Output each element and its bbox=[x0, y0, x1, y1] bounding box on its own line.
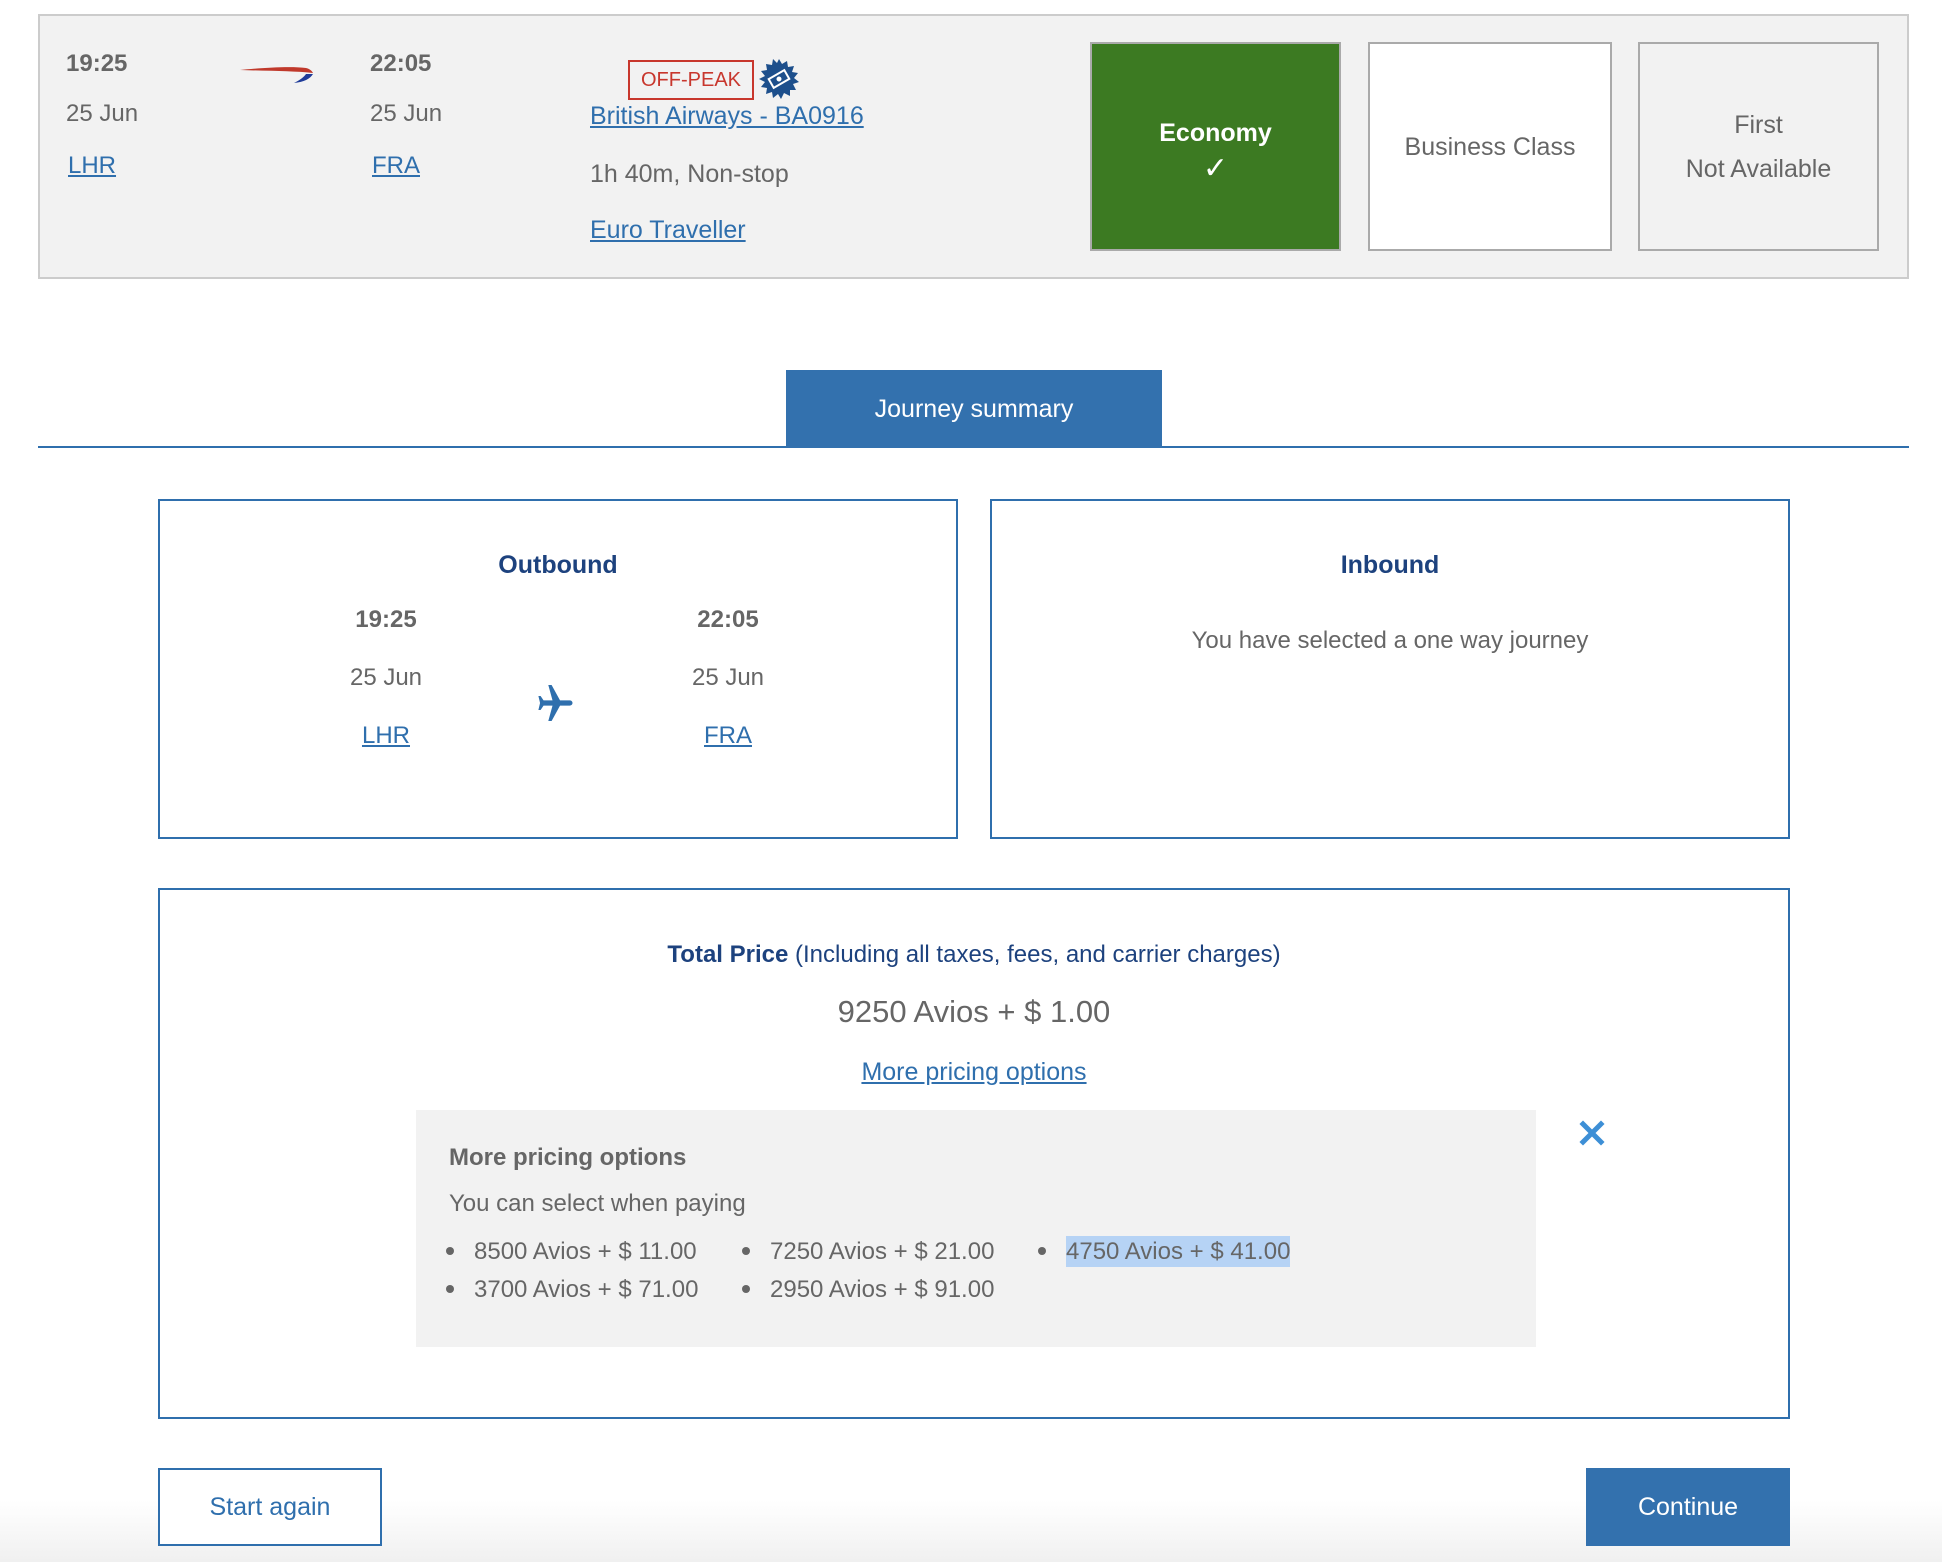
outbound-departure: 19:25 25 Jun LHR bbox=[286, 591, 486, 765]
pricing-option: 4750 Avios + $ 41.00 bbox=[1038, 1236, 1291, 1267]
flight-duration: 1h 40m, Non-stop bbox=[590, 160, 789, 188]
arrival-time: 22:05 bbox=[697, 606, 759, 633]
arrival-date: 25 Jun bbox=[691, 664, 765, 691]
departure-airport-link[interactable]: LHR bbox=[68, 152, 116, 180]
pricing-option-label-highlighted: 4750 Avios + $ 41.00 bbox=[1066, 1236, 1291, 1267]
panel-subtitle: You can select when paying bbox=[449, 1190, 746, 1217]
cabin-availability: Not Available bbox=[1685, 154, 1832, 183]
more-pricing-options-link[interactable]: More pricing options bbox=[861, 1058, 1086, 1086]
british-airways-logo-icon bbox=[240, 67, 313, 83]
checkmark-icon: ✓ bbox=[1202, 151, 1229, 185]
pricing-option-label: 2950 Avios + $ 91.00 bbox=[770, 1276, 995, 1303]
arrival-date: 25 Jun bbox=[370, 100, 443, 127]
total-price-value: 9250 Avios + $ 1.00 bbox=[837, 994, 1111, 1029]
pricing-option: 3700 Avios + $ 71.00 bbox=[446, 1276, 698, 1304]
departure-airport-link[interactable]: LHR bbox=[362, 722, 410, 749]
airplane-icon bbox=[538, 685, 573, 721]
total-price-label: Total Price bbox=[667, 941, 789, 968]
outbound-summary: Outbound 19:25 25 Jun LHR 22:05 25 Jun F… bbox=[158, 499, 958, 839]
pricing-option-label: 3700 Avios + $ 71.00 bbox=[474, 1276, 699, 1303]
arrival-airport-link[interactable]: FRA bbox=[704, 722, 752, 749]
one-way-message: You have selected a one way journey bbox=[1191, 627, 1589, 654]
cabin-option-business[interactable]: Business Class bbox=[1368, 42, 1612, 251]
bullet-icon bbox=[742, 1246, 750, 1255]
bullet-icon bbox=[446, 1284, 454, 1293]
cabin-label: Economy bbox=[1159, 118, 1272, 147]
departure-time: 19:25 bbox=[355, 606, 417, 633]
cabin-option-first[interactable]: First Not Available bbox=[1638, 42, 1879, 251]
total-price-heading: Total Price (Including all taxes, fees, … bbox=[160, 941, 1788, 969]
outbound-title: Outbound bbox=[498, 551, 618, 579]
inbound-title: Inbound bbox=[1340, 551, 1440, 579]
continue-button[interactable]: Continue bbox=[1586, 1468, 1790, 1546]
close-icon[interactable] bbox=[1579, 1120, 1605, 1146]
total-price-note: (Including all taxes, fees, and carrier … bbox=[788, 941, 1281, 968]
inbound-summary: Inbound You have selected a one way jour… bbox=[990, 499, 1790, 839]
flight-number-link[interactable]: British Airways - BA0916 bbox=[590, 102, 864, 131]
pricing-option-label: 8500 Avios + $ 11.00 bbox=[474, 1238, 697, 1265]
tab-journey-summary[interactable]: Journey summary bbox=[786, 370, 1162, 448]
cabin-label: First bbox=[1734, 110, 1783, 139]
more-pricing-options-panel: More pricing options You can select when… bbox=[416, 1110, 1605, 1347]
pricing-option: 8500 Avios + $ 11.00 bbox=[446, 1238, 697, 1266]
cabin-option-economy[interactable]: Economy ✓ bbox=[1090, 42, 1341, 251]
departure-date: 25 Jun bbox=[349, 664, 423, 691]
more-pricing-wrapper: More pricing options bbox=[160, 1058, 1788, 1087]
pricing-option: 7250 Avios + $ 21.00 bbox=[742, 1238, 994, 1266]
start-again-button[interactable]: Start again bbox=[158, 1468, 382, 1546]
departure-time: 19:25 bbox=[66, 50, 128, 77]
fare-cabin-link[interactable]: Euro Traveller bbox=[590, 216, 746, 245]
arrival-airport-link[interactable]: FRA bbox=[372, 152, 420, 180]
arrival-time: 22:05 bbox=[370, 50, 432, 77]
departure-date: 25 Jun bbox=[66, 100, 139, 127]
avios-reward-badge-icon bbox=[759, 59, 799, 99]
bullet-icon bbox=[1038, 1246, 1046, 1255]
outbound-arrival: 22:05 25 Jun FRA bbox=[628, 591, 828, 765]
total-price-panel: Total Price (Including all taxes, fees, … bbox=[158, 888, 1790, 1419]
panel-title: More pricing options bbox=[449, 1144, 687, 1171]
bullet-icon bbox=[742, 1284, 750, 1293]
pricing-option: 2950 Avios + $ 91.00 bbox=[742, 1276, 994, 1304]
pricing-option-label: 7250 Avios + $ 21.00 bbox=[770, 1238, 995, 1265]
cabin-label: Business Class bbox=[1404, 132, 1576, 161]
bullet-icon bbox=[446, 1246, 454, 1255]
flight-result-card: 19:25 25 Jun LHR 22:05 25 Jun FRA OFF-PE… bbox=[38, 14, 1909, 279]
off-peak-badge: OFF-PEAK bbox=[628, 60, 755, 100]
